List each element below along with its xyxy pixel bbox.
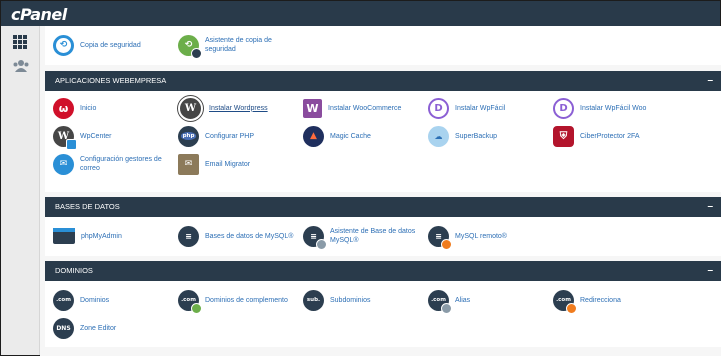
domains-header[interactable]: DOMINIOS – — [45, 261, 721, 281]
woocommerce-icon: W — [303, 98, 322, 118]
item-label: Asistente de Base de datos MySQL® — [330, 228, 416, 244]
ciberprotector-item[interactable]: ⛨ CiberProtector 2FA — [553, 124, 640, 148]
zone-editor-item[interactable]: DNS Zone Editor — [53, 316, 116, 340]
phpmyadmin-item[interactable]: phpMyAdmin — [53, 224, 122, 248]
superbackup-item[interactable]: ☁ SuperBackup — [428, 124, 497, 148]
databases-header[interactable]: BASES DE DATOS – — [45, 197, 721, 217]
superbackup-icon: ☁ — [428, 125, 449, 147]
item-label: Subdominios — [330, 296, 371, 304]
webempresa-header[interactable]: APLICACIONES WEBEMPRESA – — [45, 71, 721, 91]
item-label: Instalar WpFácil Woo — [580, 104, 647, 112]
addon-domains-item[interactable]: .com Dominios de complemento — [178, 288, 288, 314]
backup-wizard-item[interactable]: ⟲ Asistente de copia de seguridad — [178, 33, 288, 59]
mysql-databases-item[interactable]: ≡ Bases de datos de MySQL® — [178, 224, 293, 248]
mail-config-item[interactable]: ✉ Configuración gestores de correo — [53, 152, 173, 176]
install-wpfacil-item[interactable]: D Instalar WpFácil — [428, 96, 505, 120]
wpfacil-icon: D — [428, 97, 449, 119]
item-label: Configurar PHP — [205, 132, 255, 140]
item-label: Dominios de complemento — [205, 296, 288, 304]
top-bar: cPanel — [1, 1, 720, 26]
item-label: Magic Cache — [330, 132, 371, 140]
redirects-item[interactable]: .com Redirecciona — [553, 288, 621, 314]
inicio-item[interactable]: ω Inicio — [53, 96, 96, 120]
sidebar — [1, 26, 40, 355]
item-label: WpCenter — [80, 132, 112, 140]
shield-icon: ⛨ — [553, 125, 574, 147]
addon-domain-icon: .com — [178, 289, 202, 314]
rocket-icon: ▲ — [303, 125, 324, 147]
item-label: Instalar WpFácil — [455, 104, 506, 112]
item-label: phpMyAdmin — [81, 232, 122, 240]
alias-item[interactable]: .com Alias — [428, 288, 471, 314]
item-label: Bases de datos de MySQL® — [205, 232, 294, 240]
backup-label: Copia de seguridad — [80, 41, 141, 49]
collapse-icon[interactable]: – — [707, 261, 713, 281]
item-label: Inicio — [80, 104, 97, 112]
cpanel-logo[interactable]: cPanel — [11, 5, 67, 24]
domain-icon: .com — [53, 289, 74, 311]
item-label: MySQL remoto® — [455, 232, 507, 240]
email-migrator-item[interactable]: ✉ Email Migrator — [178, 152, 250, 176]
main-content: ⟲ Copia de seguridad ⟲ Asistente de copi… — [40, 26, 721, 356]
section-title: BASES DE DATOS — [55, 202, 120, 211]
item-label: SuperBackup — [455, 132, 498, 140]
phpmyadmin-icon — [53, 228, 75, 244]
install-wpfacil-woo-item[interactable]: D Instalar WpFácil Woo — [553, 96, 646, 120]
grid-icon[interactable] — [12, 34, 28, 50]
backup-wizard-icon: ⟲ — [178, 34, 202, 59]
database-icon: ≡ — [178, 225, 199, 247]
item-label: Dominios — [80, 296, 110, 304]
database-wizard-icon: ≡ — [303, 225, 327, 250]
item-label: Zone Editor — [80, 324, 117, 332]
users-icon[interactable] — [12, 58, 29, 74]
item-label: Alias — [455, 296, 471, 304]
magic-cache-item[interactable]: ▲ Magic Cache — [303, 124, 371, 148]
collapse-icon[interactable]: – — [707, 71, 713, 91]
item-label: Configuración gestores de correo — [80, 156, 162, 172]
domains-item[interactable]: .com Dominios — [53, 288, 109, 312]
domains-panel: DOMINIOS – .com Dominios .com Dominios d… — [45, 261, 721, 347]
install-woocommerce-item[interactable]: W Instalar WooCommerce — [303, 96, 401, 120]
databases-panel: BASES DE DATOS – phpMyAdmin ≡ Bases de d… — [45, 197, 721, 256]
backup-item[interactable]: ⟲ Copia de seguridad — [53, 33, 141, 57]
mysql-wizard-item[interactable]: ≡ Asistente de Base de datos MySQL® — [303, 224, 423, 250]
item-label: CiberProtector 2FA — [580, 132, 640, 140]
item-label: Instalar Wordpress — [209, 104, 268, 112]
alias-icon: .com — [428, 289, 452, 314]
item-label: Email Migrator — [205, 160, 251, 168]
collapse-icon[interactable]: – — [707, 197, 713, 217]
backup-icon: ⟲ — [53, 34, 74, 56]
webempresa-logo-icon: ω — [53, 97, 74, 119]
wpfacil-woo-icon: D — [553, 97, 574, 119]
subdomains-item[interactable]: sub. Subdominios — [303, 288, 370, 312]
redirect-icon: .com — [553, 289, 577, 314]
subdomain-icon: sub. — [303, 289, 324, 311]
wpcenter-item[interactable]: W WpCenter — [53, 124, 112, 150]
webempresa-panel: APLICACIONES WEBEMPRESA – ω Inicio W Ins… — [45, 71, 721, 192]
wordpress-icon: W — [178, 95, 203, 121]
php-icon: php — [178, 125, 199, 147]
mail-config-icon: ✉ — [53, 153, 74, 175]
remote-mysql-item[interactable]: ≡ MySQL remoto® — [428, 224, 507, 250]
files-panel: ⟲ Copia de seguridad ⟲ Asistente de copi… — [45, 26, 721, 65]
item-label: Redirecciona — [580, 296, 621, 304]
dns-icon: DNS — [53, 317, 74, 339]
wpcenter-icon: W — [53, 125, 77, 150]
email-migrator-icon: ✉ — [178, 153, 199, 175]
configure-php-item[interactable]: php Configurar PHP — [178, 124, 254, 148]
section-title: DOMINIOS — [55, 266, 93, 275]
install-wordpress-item[interactable]: W Instalar Wordpress — [178, 95, 268, 121]
item-label: Instalar WooCommerce — [328, 104, 402, 112]
section-title: APLICACIONES WEBEMPRESA — [55, 76, 167, 85]
remote-mysql-icon: ≡ — [428, 225, 452, 250]
backup-wizard-label: Asistente de copia de seguridad — [205, 37, 272, 53]
